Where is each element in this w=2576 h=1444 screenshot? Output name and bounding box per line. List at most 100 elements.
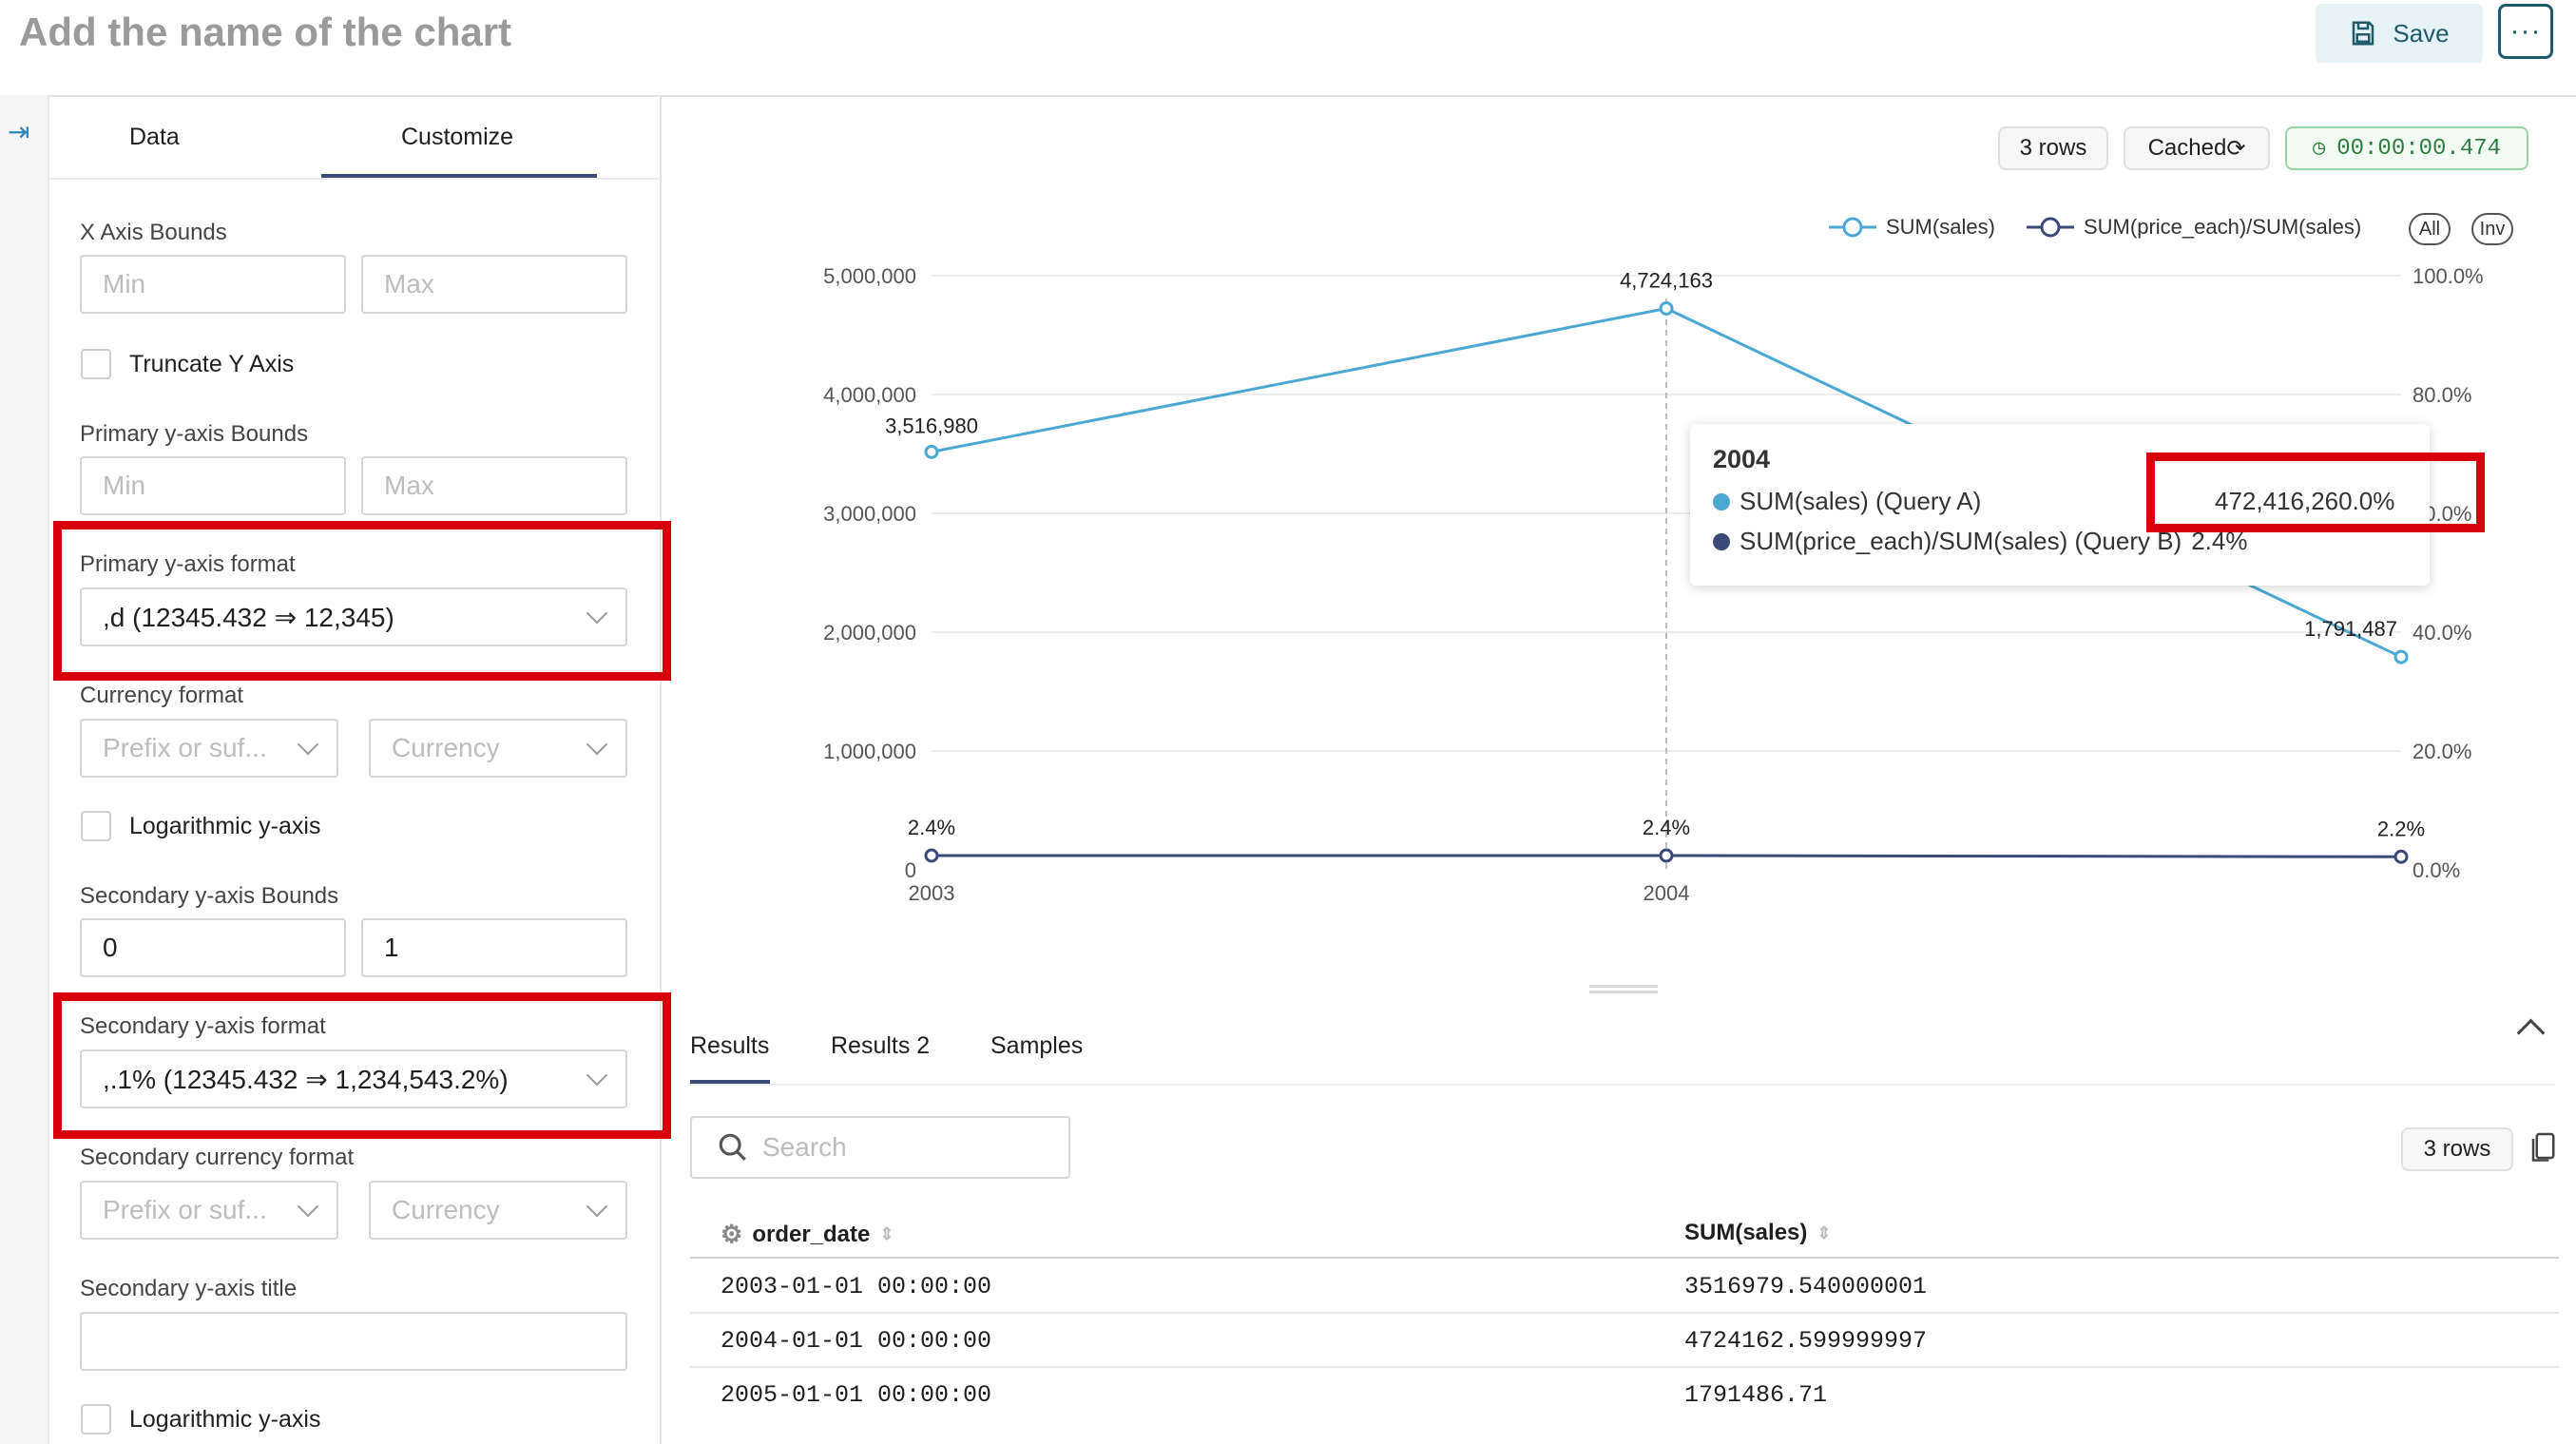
results-search-input[interactable]: Search [690,1116,1070,1179]
secondary-y-title-label: Secondary y-axis title [80,1276,298,1301]
secondary-currency-prefix-select[interactable]: Prefix or suf... [80,1181,338,1240]
x-axis-bounds-label: X Axis Bounds [80,220,227,245]
sort-icon[interactable]: ⇕ [1817,1223,1831,1243]
data-label: 2.2% [2377,817,2425,840]
x-axis-max-input[interactable]: Max [361,255,627,314]
secondary-currency-placeholder: Currency [392,1195,500,1224]
highlight-box-tooltip-value [2146,452,2485,532]
chart-title[interactable]: Add the name of the chart [19,10,511,55]
table-cell: 4724162.599999997 [1684,1327,1928,1355]
primary-y-bounds-label: Primary y-axis Bounds [80,421,309,447]
primary-y-format-label: Primary y-axis format [80,551,296,577]
query-timer-badge: ◷ 00:00:00.474 [2285,126,2528,170]
sort-icon[interactable]: ⇕ [879,1224,894,1244]
primary-y-min-input[interactable]: Min [80,456,346,515]
tab-customize[interactable]: Customize [401,124,513,151]
y-tick-label-secondary: 20.0% [2413,740,2471,763]
tooltip-row-label: SUM(price_each)/SUM(sales) (Query B) [1740,527,2182,555]
y-tick-label-primary: 5,000,000 [823,264,916,288]
truncate-y-axis-label: Truncate Y Axis [129,351,295,377]
table-row-divider [690,1312,2559,1314]
secondary-y-max-input[interactable]: 1 [361,918,627,977]
timer-value: 00:00:00.474 [2336,135,2502,162]
secondary-log-y-axis-checkbox[interactable] [81,1404,111,1434]
legend-line-marker-icon [2027,217,2074,238]
collapse-results-icon[interactable] [2516,1018,2546,1048]
tab-samples[interactable]: Samples [990,1032,1083,1060]
data-label: 2.4% [1643,816,1690,839]
data-point [2393,849,2409,864]
resize-handle-line[interactable] [1589,991,1658,993]
column-header-label: SUM(sales) [1684,1220,1808,1245]
more-options-button[interactable]: ··· [2498,4,2553,59]
x-tick-label: 2004 [1644,881,1690,905]
legend-item-price-ratio[interactable]: SUM(price_each)/SUM(sales) [2027,215,2361,240]
data-label: 3,516,980 [885,414,978,437]
search-icon [719,1133,746,1161]
y-tick-label-primary: 3,000,000 [823,502,916,526]
table-cell: 2005-01-01 00:00:00 [721,1381,992,1409]
search-placeholder: Search [762,1132,847,1162]
log-y-axis-checkbox[interactable] [81,811,111,841]
gear-icon[interactable]: ⚙ [721,1220,742,1249]
tab-results[interactable]: Results [690,1032,769,1060]
secondary-y-format-select[interactable]: ,.1% (12345.432 ⇒ 1,234,543.2%) [80,1049,627,1108]
left-collapse-strip [0,95,49,1444]
cached-badge[interactable]: Cached ⟳ [2124,126,2270,170]
chevron-down-icon [297,1195,319,1218]
column-header-sum-sales[interactable]: SUM(sales) ⇕ [1684,1220,1831,1246]
y-tick-label-primary: 1,000,000 [823,740,916,763]
cached-label: Cached [2147,135,2227,161]
expand-panel-icon[interactable]: ⇥ [8,116,29,147]
primary-y-format-select[interactable]: ,d (12345.432 ⇒ 12,345) [80,587,627,646]
column-header-label: order_date [752,1221,871,1247]
secondary-currency-select[interactable]: Currency [369,1181,627,1240]
chevron-down-icon [586,1064,608,1087]
save-button[interactable]: Save [2316,4,2483,63]
secondary-y-format-value: ,.1% (12345.432 ⇒ 1,234,543.2%) [103,1064,509,1094]
x-axis-min-input[interactable]: Min [80,255,346,314]
secondary-y-format-label: Secondary y-axis format [80,1013,326,1039]
tab-results-2[interactable]: Results 2 [831,1032,930,1060]
chevron-down-icon [586,602,608,625]
copy-icon[interactable] [2528,1131,2557,1165]
secondary-log-y-axis-label: Logarithmic y-axis [129,1406,321,1433]
data-point [1659,300,1674,316]
resize-handle[interactable] [1589,985,1658,988]
currency-prefix-select[interactable]: Prefix or suf... [80,719,338,778]
data-label: 4,724,163 [1620,268,1713,292]
clock-icon: ◷ [2312,137,2326,161]
primary-y-max-input[interactable]: Max [361,456,627,515]
save-icon [2353,21,2374,46]
line-chart: 5,000,000 4,000,000 3,000,000 2,000,000 1,00… [823,264,2484,905]
data-point [924,444,939,459]
data-label: 2.4% [908,816,955,839]
currency-prefix-placeholder: Prefix or suf... [103,733,267,762]
secondary-y-title-input[interactable] [80,1312,627,1371]
chevron-down-icon [586,1195,608,1218]
tooltip-row-sales: SUM(sales) (Query A) [1713,487,1981,516]
results-tabs-divider [690,1084,2555,1086]
y-tick-label-secondary: 40.0% [2413,621,2471,645]
x-tick-label: 2003 [909,881,955,905]
legend-item-sum-sales[interactable]: SUM(sales) [1829,215,1995,240]
truncate-y-axis-checkbox[interactable] [81,349,111,379]
y-tick-label-secondary: 80.0% [2413,383,2471,407]
tab-data[interactable]: Data [129,124,180,151]
secondary-y-min-input[interactable]: 0 [80,918,346,977]
chevron-down-icon [297,733,319,756]
results-rows-badge: 3 rows [2401,1127,2513,1171]
y-tick-label-primary: 4,000,000 [823,383,916,407]
y-tick-label-primary: 0 [905,858,916,882]
primary-y-format-value: ,d (12345.432 ⇒ 12,345) [103,602,394,632]
currency-select[interactable]: Currency [369,719,627,778]
table-row-divider [690,1366,2559,1368]
legend-label: SUM(price_each)/SUM(sales) [2084,215,2362,239]
refresh-icon: ⟳ [2226,135,2246,162]
table-cell: 2004-01-01 00:00:00 [721,1327,992,1355]
chevron-down-icon [586,733,608,756]
column-header-order-date[interactable]: ⚙ order_date ⇕ [721,1220,894,1249]
data-label: 1,791,487 [2304,617,2397,641]
tooltip-dot-icon [1713,492,1730,510]
y-tick-label-secondary: 0.0% [2413,858,2460,882]
